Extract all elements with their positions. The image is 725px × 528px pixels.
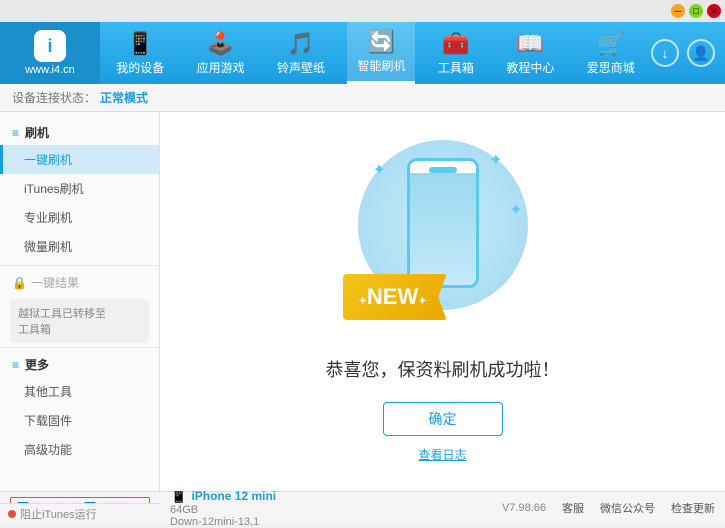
sidebar-item-micro[interactable]: 微量刷机 [0,232,159,261]
phone-screen [410,173,476,288]
sidebar-item-onekey[interactable]: 一键刷机 [0,145,159,174]
wechat-link[interactable]: 微信公众号 [600,500,655,516]
status-bar: 设备连接状态： 正常模式 [0,84,725,112]
phone-illustration: ✦ ✦ ✦ ✦NEW✦ [353,140,533,340]
check-update-link[interactable]: 检查更新 [671,500,715,516]
success-area: ✦ ✦ ✦ ✦NEW✦ 恭喜您，保资料刷机成功啦！ 确定 查看日志 [326,140,560,463]
smart-flash-icon: 🔄 [368,29,395,55]
today-button[interactable]: 查看日志 [418,446,466,463]
sidebar-divider-2 [0,347,159,348]
footer-device: 📱 iPhone 12 mini 64GB Down-12mini-13,1 [170,487,276,528]
status-label: 设备连接状态： [12,89,96,106]
logo-text: www.i4.cn [25,64,75,76]
device-storage: 64GB [170,504,276,516]
toolbox-icon: 🧰 [442,31,469,57]
header: i www.i4.cn 📱 我的设备 🕹️ 应用游戏 🎵 铃声壁纸 🔄 智能刷机… [0,22,725,84]
title-bar: ─ □ ✕ [0,0,725,22]
footer: 自动激活 跳过向导 📱 iPhone 12 mini 64GB Down-12m… [0,491,725,523]
more-section-icon: ≡ [12,358,19,372]
sidebar-note: 越狱工具已转移至工具箱 [10,299,149,343]
sparkle-tr-icon: ✦ [489,150,502,170]
nav-tutorial-label: 教程中心 [506,59,554,76]
sidebar-item-download[interactable]: 下载固件 [0,406,159,435]
nav-ringtones-label: 铃声壁纸 [277,59,325,76]
ringtones-icon: 🎵 [287,31,314,57]
sidebar-section-more: ≡ 更多 其他工具 下载固件 高级功能 [0,352,159,464]
minimize-button[interactable]: ─ [671,4,685,18]
nav-my-device[interactable]: 📱 我的设备 [106,22,174,84]
download-button[interactable]: ↓ [651,39,679,67]
sparkle-br-icon: ✦ [509,200,522,220]
sidebar-section-flash: ≡ 刷机 一键刷机 iTunes刷机 专业刷机 微量刷机 [0,120,159,261]
sidebar-locked-label: 一键结果 [31,274,79,291]
footer-right: V7.98.66 客服 微信公众号 检查更新 [502,500,715,516]
sidebar: ≡ 刷机 一键刷机 iTunes刷机 专业刷机 微量刷机 🔒 一键结果 越狱工具… [0,112,160,491]
sidebar-item-pro[interactable]: 专业刷机 [0,203,159,232]
itunes-status-text: 阻止iTunes运行 [20,506,97,522]
logo-area: i www.i4.cn [0,22,100,84]
sidebar-section-flash-title: ≡ 刷机 [0,120,159,145]
red-dot-icon [8,510,16,518]
nav-apps-games[interactable]: 🕹️ 应用游戏 [187,22,255,84]
status-value: 正常模式 [100,89,148,106]
nav-apps-games-label: 应用游戏 [197,59,245,76]
apps-games-icon: 🕹️ [207,31,234,57]
nav-right: ↓ 👤 [651,39,725,67]
nav-smart-flash-label: 智能刷机 [357,57,405,74]
main-area: ≡ 刷机 一键刷机 iTunes刷机 专业刷机 微量刷机 🔒 一键结果 越狱工具… [0,112,725,491]
sidebar-section-more-title: ≡ 更多 [0,352,159,377]
sidebar-section-flash-label: 刷机 [25,124,49,141]
sidebar-item-advanced[interactable]: 高级功能 [0,435,159,464]
service-link[interactable]: 客服 [562,500,584,516]
sidebar-note-text: 越狱工具已转移至工具箱 [18,308,106,336]
confirm-button[interactable]: 确定 [383,402,503,436]
nav-shop[interactable]: 🛒 爱思商城 [577,22,645,84]
logo-icon: i [34,30,66,62]
itunes-status-bar: 阻止iTunes运行 [0,503,160,523]
nav-smart-flash[interactable]: 🔄 智能刷机 [347,22,415,84]
version-text: V7.98.66 [502,502,546,514]
my-device-icon: 📱 [127,31,154,57]
close-button[interactable]: ✕ [707,4,721,18]
flash-section-icon: ≡ [12,126,19,140]
success-text: 恭喜您，保资料刷机成功啦！ [326,356,560,382]
nav-tutorial[interactable]: 📖 教程中心 [496,22,564,84]
sparkle-tl-icon: ✦ [373,160,386,180]
maximize-button[interactable]: □ [689,4,703,18]
sidebar-item-other-tools[interactable]: 其他工具 [0,377,159,406]
nav-toolbox[interactable]: 🧰 工具箱 [428,22,484,84]
sidebar-section-more-label: 更多 [25,356,49,373]
content-area: ✦ ✦ ✦ ✦NEW✦ 恭喜您，保资料刷机成功啦！ 确定 查看日志 [160,112,725,491]
device-model: Down-12mini-13,1 [170,516,276,528]
nav-toolbox-label: 工具箱 [438,59,474,76]
phone-body [407,158,479,288]
sidebar-divider-1 [0,265,159,266]
shop-icon: 🛒 [597,31,624,57]
sidebar-locked-item: 🔒 一键结果 [0,270,159,295]
sidebar-item-itunes[interactable]: iTunes刷机 [0,174,159,203]
new-banner: ✦NEW✦ [343,274,447,320]
lock-icon: 🔒 [12,276,27,290]
nav-shop-label: 爱思商城 [587,59,635,76]
nav-my-device-label: 我的设备 [116,59,164,76]
tutorial-icon: 📖 [517,31,544,57]
nav-ringtones[interactable]: 🎵 铃声壁纸 [267,22,335,84]
nav-items: 📱 我的设备 🕹️ 应用游戏 🎵 铃声壁纸 🔄 智能刷机 🧰 工具箱 📖 教程中… [100,22,651,84]
account-button[interactable]: 👤 [687,39,715,67]
